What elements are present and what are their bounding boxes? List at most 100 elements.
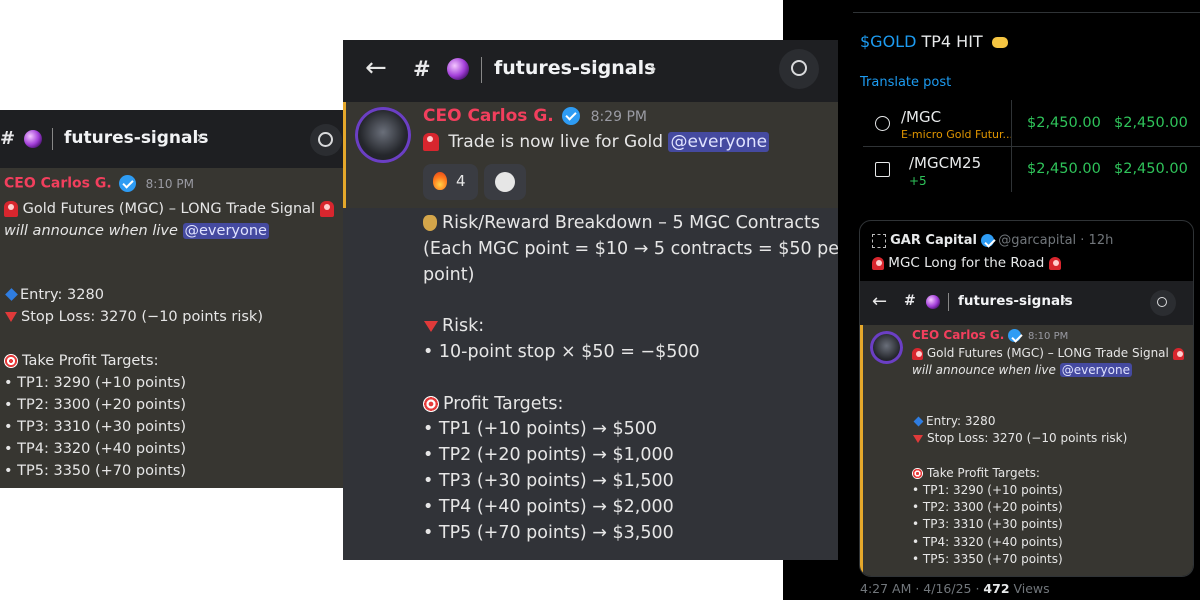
target-icon	[423, 395, 439, 412]
everyone-mention[interactable]: @everyone	[182, 223, 269, 239]
siren-icon	[1172, 347, 1184, 360]
left-screenshot: # futures-signals › CEO Carlos G. 8:10 P…	[0, 110, 350, 488]
tp-line: • TP3: 3310 (+30 points)	[912, 517, 1063, 532]
checkbox[interactable]	[875, 162, 890, 177]
row-subtitle: +5	[909, 174, 927, 188]
embedded-message: CEO Carlos G. 8:10 PM Gold Futures (MGC)…	[860, 325, 1193, 576]
risk-header: Risk:	[442, 316, 485, 337]
crystal-ball-icon	[447, 58, 469, 80]
signal-line: Gold Futures (MGC) – LONG Trade Signal	[926, 346, 1169, 360]
views-count: 472	[983, 581, 1010, 596]
verified-badge-icon	[562, 107, 581, 125]
siren-icon	[423, 133, 439, 151]
smiley-icon	[495, 172, 515, 192]
entry-line: Entry: 3280	[926, 414, 996, 428]
channel-name[interactable]: futures-signals	[494, 57, 655, 79]
down-triangle-icon	[424, 320, 438, 332]
tp-header: Take Profit Targets:	[22, 353, 159, 369]
quote-text: MGC Long for the Road	[888, 255, 1045, 271]
top-divider	[853, 12, 1200, 13]
hash-icon: #	[413, 57, 431, 81]
stop-line: Stop Loss: 3270 (−10 points risk)	[927, 431, 1128, 446]
author-name[interactable]: CEO Carlos G.	[4, 176, 112, 192]
hash-icon: #	[0, 128, 16, 149]
siren-icon	[872, 256, 884, 270]
tp-line: • TP2: 3300 (+20 points)	[4, 397, 187, 413]
middle-header: ← # futures-signals ›	[343, 40, 838, 102]
message-time: 8:10 PM	[145, 176, 194, 191]
right-screenshot: $GOLD TP4 HIT Translate post /MGC E-micr…	[783, 0, 1200, 600]
embedded-screenshot: ← # futures-signals › CEO Carlos G. 8:10…	[860, 281, 1193, 576]
reaction-fire[interactable]: 4	[423, 164, 478, 200]
search-icon	[791, 60, 807, 76]
price-table: /MGC E-micro Gold Futur... $2,450.00 $2,…	[863, 100, 1200, 192]
rr-title: Risk/Reward Breakdown – 5 MGC Contracts	[442, 213, 820, 233]
everyone-mention[interactable]: @everyone	[1059, 363, 1132, 378]
post-headline: TP4 HIT	[916, 32, 983, 51]
account-handle: @garcapital · 12h	[998, 233, 1114, 248]
avatar[interactable]	[870, 331, 903, 364]
row-symbol: /MGC	[901, 108, 942, 126]
tp-line: • TP5: 3350 (+70 points)	[4, 463, 187, 479]
search-button[interactable]	[779, 49, 819, 89]
live-message: Trade is now live for Gold	[448, 132, 664, 152]
tp-line: • TP2: 3300 (+20 points)	[912, 500, 1063, 515]
divider	[481, 57, 482, 83]
avatar[interactable]	[355, 107, 411, 163]
tp-line: • TP4: 3320 (+40 points)	[4, 441, 187, 457]
signal-line: Gold Futures (MGC) – LONG Trade Signal	[22, 201, 316, 217]
author-name[interactable]: CEO Carlos G.	[423, 106, 554, 126]
chevron-right-icon[interactable]: ›	[649, 56, 657, 80]
pointing-hand-icon	[991, 37, 1008, 48]
back-arrow-icon[interactable]: ←	[365, 53, 387, 83]
message-time: 8:10 PM	[1027, 331, 1069, 342]
hash-icon: #	[904, 293, 916, 309]
reaction-count: 4	[456, 172, 466, 190]
table-row[interactable]: /MGC E-micro Gold Futur... $2,450.00 $2,…	[863, 100, 1200, 192]
chevron-right-icon[interactable]: ›	[196, 127, 203, 148]
price-value: $2,450.00	[1114, 161, 1188, 177]
post-timestamp[interactable]: 4:27 AM · 4/16/25 ·	[860, 581, 983, 596]
quoted-post[interactable]: GAR Capital @garcapital · 12h MGC Long f…	[859, 220, 1194, 577]
profit-line: • TP5 (+70 points) → $3,500	[423, 522, 674, 543]
divider	[52, 128, 53, 150]
search-button[interactable]	[1150, 290, 1176, 316]
channel-name[interactable]: futures-signals	[958, 293, 1073, 309]
down-triangle-icon	[913, 434, 923, 443]
siren-icon	[319, 201, 334, 217]
profit-line: • TP1 (+10 points) → $500	[423, 419, 658, 440]
target-icon	[4, 354, 18, 368]
crystal-ball-icon	[926, 295, 940, 309]
views-label: Views	[1009, 581, 1050, 596]
tp-line: • TP1: 3290 (+10 points)	[4, 375, 187, 391]
siren-icon	[1048, 256, 1061, 270]
author-name[interactable]: CEO Carlos G.	[912, 328, 1004, 342]
cashtag-link[interactable]: $GOLD	[860, 32, 916, 51]
profit-line: • TP3 (+30 points) → $1,500	[423, 470, 674, 491]
tp-line: • TP4: 3320 (+40 points)	[912, 534, 1063, 549]
translate-link[interactable]: Translate post	[860, 75, 951, 90]
check-circle-icon[interactable]	[875, 116, 890, 131]
profit-line: • TP2 (+20 points) → $1,000	[423, 445, 674, 466]
price-value: $2,450.00	[1114, 115, 1188, 131]
account-name[interactable]: GAR Capital	[890, 233, 977, 248]
chevron-right-icon[interactable]: ›	[1062, 292, 1068, 308]
fire-icon	[433, 172, 447, 190]
everyone-mention[interactable]: @everyone	[668, 132, 770, 152]
embedded-header: ← # futures-signals ›	[860, 281, 1193, 325]
announce-line: will announce when live	[912, 363, 1056, 378]
verified-badge-icon	[1008, 329, 1022, 342]
search-button[interactable]	[310, 124, 342, 156]
table-row[interactable]: /MGCM25 +5 $2,450.00 $2,450.00	[863, 146, 1200, 192]
siren-icon	[4, 201, 18, 217]
channel-name[interactable]: futures-signals	[64, 128, 208, 148]
rr-detail: (Each MGC point = $10 → 5 contracts = $5…	[423, 238, 838, 259]
divider	[948, 293, 949, 311]
add-reaction-button[interactable]	[484, 164, 526, 200]
price-value: $2,450.00	[1027, 115, 1101, 131]
tp-line: • TP3: 3310 (+30 points)	[4, 419, 187, 435]
money-bag-icon	[423, 215, 437, 231]
profit-line: • TP4 (+40 points) → $2,000	[423, 496, 674, 517]
back-arrow-icon[interactable]: ←	[872, 291, 887, 312]
verified-badge-icon	[119, 175, 137, 192]
